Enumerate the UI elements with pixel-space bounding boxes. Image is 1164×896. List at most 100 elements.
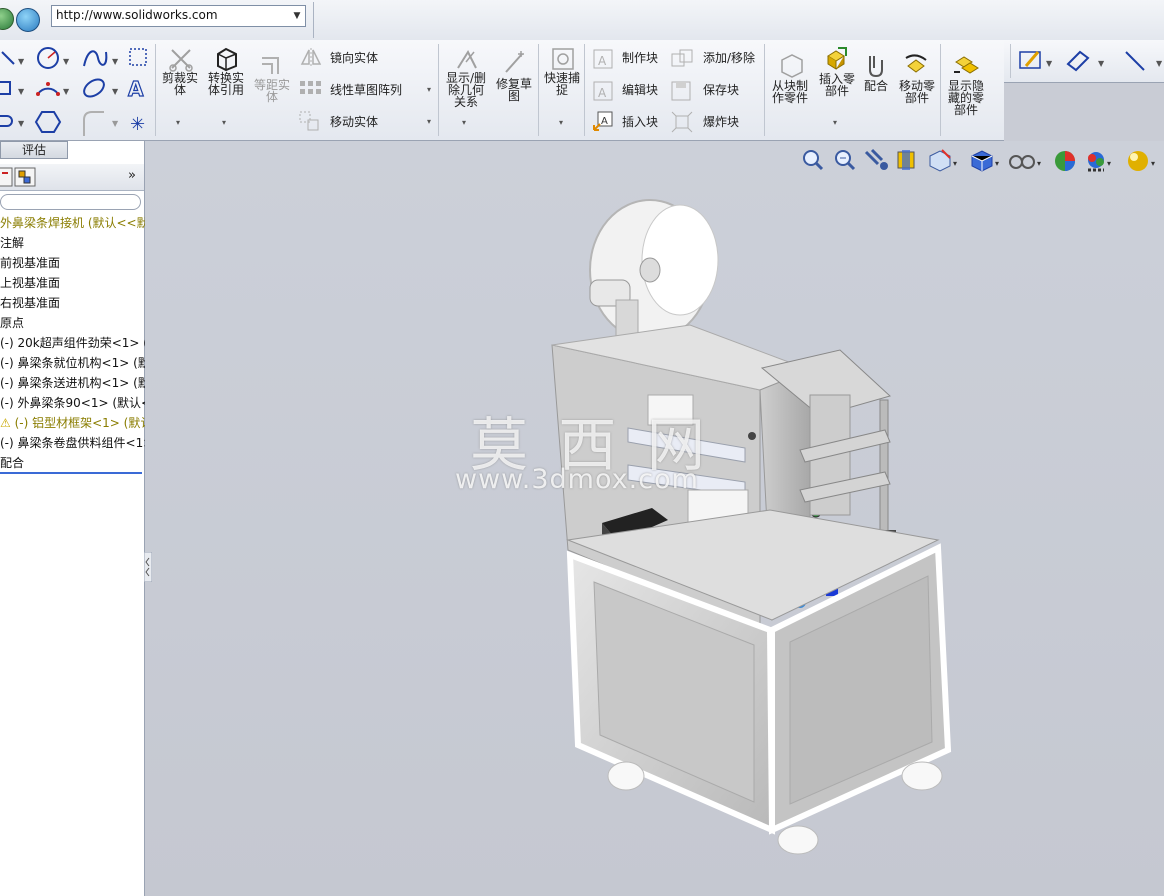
view-settings-icon[interactable]: ▾ [1128, 151, 1155, 171]
convert-entities-button[interactable]: 转换实体引用 [204, 72, 248, 96]
mirror-entities-icon[interactable] [300, 46, 322, 68]
show-hidden-components-button[interactable]: 显示隐藏的零部件 [944, 80, 988, 116]
save-block-button[interactable]: 保存块 [703, 84, 739, 96]
add-remove-block-icon[interactable] [670, 48, 694, 70]
sketch-line-icon[interactable]: ▼ [1125, 51, 1163, 71]
relations-icon[interactable] [454, 46, 480, 72]
sketch-pencil-icon[interactable]: ▼ [1019, 51, 1053, 69]
convert-entities-icon[interactable] [214, 46, 240, 72]
trim-button[interactable]: 剪裁实体 [160, 72, 200, 96]
explode-block-icon[interactable] [670, 110, 694, 134]
snap-dropdown-icon[interactable]: ▾ [559, 118, 563, 127]
zoom-to-area-icon[interactable] [835, 150, 856, 171]
spline-icon[interactable]: ▼ [83, 50, 119, 67]
display-style-icon[interactable]: ▾ [971, 150, 999, 172]
move-dropdown-icon[interactable]: ▾ [427, 117, 431, 126]
edit-block-button[interactable]: 编辑块 [622, 84, 658, 96]
make-block-button[interactable]: 制作块 [622, 52, 658, 64]
url-input[interactable]: http://www.solidworks.com [51, 5, 306, 27]
arc-icon[interactable]: ▼ [36, 82, 70, 96]
line-icon[interactable]: ▼ [1, 51, 25, 66]
insert-components-button[interactable]: 插入零部件 [816, 73, 858, 97]
move-entity-button[interactable]: 移动实体 [330, 116, 378, 128]
mate-icon[interactable] [864, 54, 888, 78]
panel-splitter-handle[interactable] [144, 552, 152, 582]
configuration-manager-icon[interactable] [14, 167, 36, 187]
make-block-icon[interactable]: A [592, 48, 614, 70]
zoom-to-fit-icon[interactable] [803, 150, 824, 171]
url-dropdown-icon[interactable]: ▼ [290, 6, 304, 26]
convert-dropdown-icon[interactable]: ▾ [222, 118, 226, 127]
rectangle-icon[interactable]: ▼ [0, 81, 25, 96]
tree-root-assembly[interactable]: 外鼻梁条焊接机 (默认<<默 [0, 214, 149, 231]
pattern-dropdown-icon[interactable]: ▾ [427, 85, 431, 94]
svg-text:A: A [601, 116, 608, 127]
insert-block-button[interactable]: 插入块 [622, 116, 658, 128]
trim-dropdown-icon[interactable]: ▾ [176, 118, 180, 127]
linear-pattern-icon[interactable] [298, 79, 322, 101]
web-browser-icon[interactable] [16, 8, 40, 32]
view-orientation-icon[interactable]: ▾ [929, 149, 957, 172]
relations-dropdown-icon[interactable]: ▾ [462, 118, 466, 127]
mate-button[interactable]: 配合 [862, 80, 890, 92]
tree-item-component[interactable]: (-) 外鼻梁条90<1> (默认< [0, 394, 151, 411]
property-manager-icon[interactable] [0, 167, 13, 187]
text-icon[interactable]: A [127, 76, 144, 101]
tree-item-front-plane[interactable]: 前视基准面 [0, 254, 60, 271]
mirror-entities-button[interactable]: 镜向实体 [330, 52, 378, 64]
section-view-icon[interactable] [897, 150, 915, 170]
make-part-from-block-icon[interactable] [778, 52, 804, 78]
tree-item-top-plane[interactable]: 上视基准面 [0, 274, 60, 291]
ellipse-icon[interactable]: ▼ [81, 76, 119, 100]
explode-block-button[interactable]: 爆炸块 [703, 116, 739, 128]
tab-evaluate[interactable]: 评估 [0, 141, 68, 159]
slot-icon[interactable]: ▼ [0, 115, 25, 128]
edit-appearance-icon[interactable] [1055, 151, 1075, 171]
tree-item-component[interactable]: (-) 鼻梁条卷盘供料组件<1> [0, 434, 153, 451]
point-icon[interactable]: ✳ [130, 114, 145, 135]
insert-components-dropdown-icon[interactable]: ▾ [833, 118, 837, 127]
show-hidden-components-icon[interactable] [952, 52, 980, 78]
quick-snap-icon[interactable] [550, 46, 576, 72]
tree-item-component[interactable]: (-) 鼻梁条送进机构<1> (默 [0, 374, 150, 391]
make-part-from-block-button[interactable]: 从块制作零件 [770, 80, 810, 104]
quick-snap-button[interactable]: 快速捕捉 [542, 72, 582, 96]
dimension-grid-icon[interactable] [129, 48, 147, 66]
tree-item-mates[interactable]: 配合 [0, 454, 24, 471]
repair-sketch-button[interactable]: 修复草图 [494, 78, 534, 102]
apply-scene-icon[interactable]: ▾ [1088, 152, 1111, 172]
tree-item-right-plane[interactable]: 右视基准面 [0, 294, 60, 311]
move-entity-icon[interactable] [298, 110, 322, 132]
smart-dimension-icon[interactable]: ▼ [1066, 50, 1105, 72]
tree-item-origin[interactable]: 原点 [0, 314, 24, 331]
previous-view-icon[interactable] [864, 148, 888, 170]
rollback-bar[interactable] [0, 472, 142, 474]
repair-sketch-icon[interactable] [502, 50, 528, 76]
polygon-icon[interactable] [34, 111, 62, 133]
tree-item-annotations[interactable]: 注解 [0, 234, 24, 251]
save-block-icon[interactable] [670, 80, 694, 102]
circle-icon[interactable]: ▼ [37, 47, 70, 69]
svg-text:▼: ▼ [112, 87, 119, 96]
insert-components-icon[interactable] [824, 46, 850, 70]
tree-item-component[interactable]: (-) 20k超声组件劲荣<1> ( [0, 334, 148, 351]
tree-filter-input[interactable] [0, 194, 141, 210]
tree-item-component[interactable]: (-) 鼻梁条就位机构<1> (默 [0, 354, 150, 371]
tree-item-component-warning[interactable]: ⚠ (-) 铝型材框架<1> (默认 [0, 414, 152, 431]
fillet-icon[interactable]: ▼ [83, 111, 119, 136]
hide-show-items-icon[interactable]: ▾ [1009, 155, 1041, 169]
svg-text:▾: ▾ [953, 159, 957, 168]
display-delete-relations-button[interactable]: 显示/删除几何关系 [444, 72, 488, 108]
move-component-button[interactable]: 移动零部件 [896, 80, 938, 104]
insert-block-icon[interactable]: A [592, 110, 614, 134]
move-component-icon[interactable] [904, 54, 930, 78]
reel-assembly[interactable] [589, 199, 719, 341]
edit-block-icon[interactable]: A [592, 80, 614, 102]
offset-entities-icon[interactable] [258, 52, 284, 78]
offset-entities-button[interactable]: 等距实体 [252, 79, 292, 103]
trim-icon[interactable] [168, 46, 194, 72]
add-remove-button[interactable]: 添加/移除 [703, 52, 755, 64]
assembly-3d-model[interactable] [540, 190, 970, 860]
linear-pattern-button[interactable]: 线性草图阵列 [330, 84, 402, 96]
panel-expand-chevron[interactable]: » [128, 168, 136, 183]
